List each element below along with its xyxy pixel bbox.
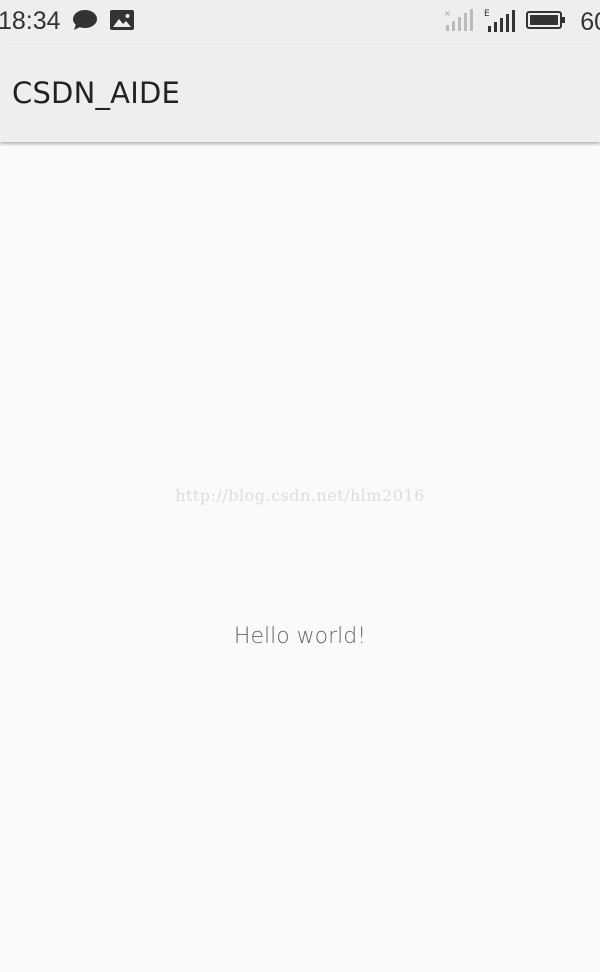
battery-icon bbox=[526, 10, 566, 34]
image-icon bbox=[110, 10, 134, 34]
status-bar: 18:34 × E 6 bbox=[0, 0, 600, 44]
app-bar: CSDN_AIDE bbox=[0, 44, 600, 142]
battery-level: 60 bbox=[580, 8, 600, 36]
signal-icon: E bbox=[484, 7, 516, 37]
app-title: CSDN_AIDE bbox=[12, 76, 181, 110]
status-notification-icons bbox=[72, 9, 134, 35]
signal-no-sim-icon: × bbox=[442, 8, 474, 36]
svg-text:×: × bbox=[444, 9, 451, 18]
chat-bubble-icon bbox=[72, 9, 98, 35]
network-type-label: E bbox=[484, 9, 490, 19]
status-system-icons: × E 60 bbox=[442, 8, 600, 36]
hello-world-text: Hello world! bbox=[233, 624, 367, 649]
status-time: 18:34 bbox=[0, 7, 61, 35]
watermark: http://blog.csdn.net/hlm2016 bbox=[175, 486, 425, 505]
